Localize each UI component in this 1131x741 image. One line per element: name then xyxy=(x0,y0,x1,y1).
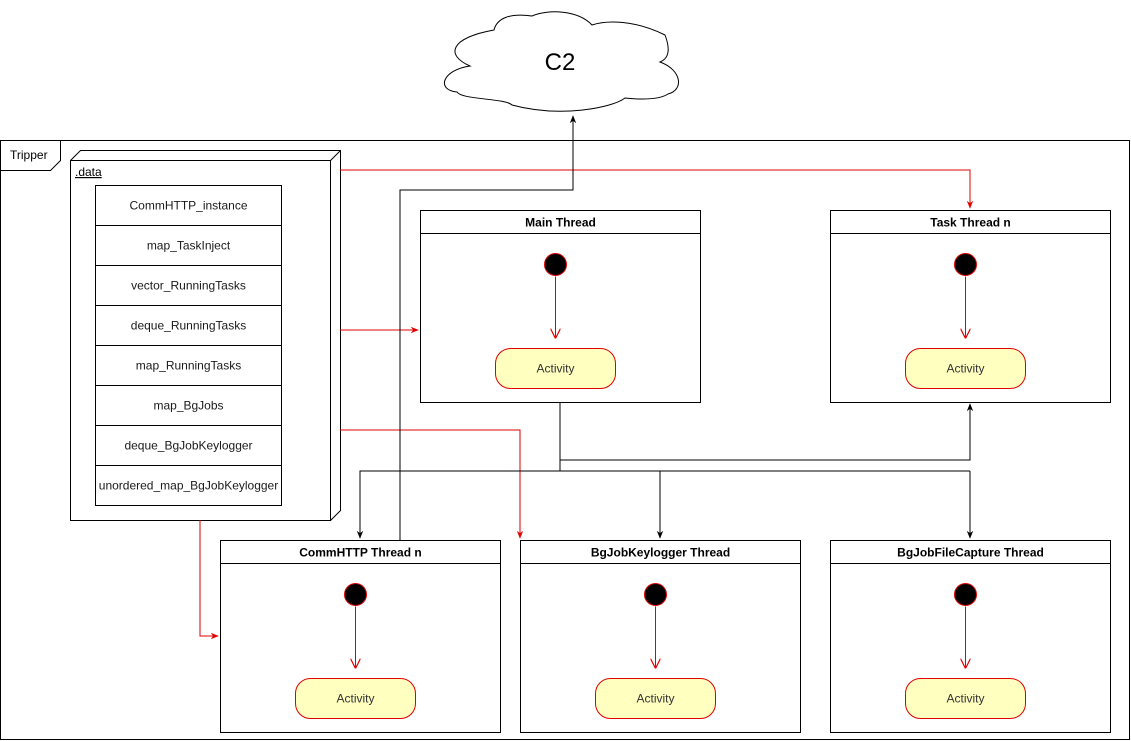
data-row-label: deque_BgJobKeylogger xyxy=(124,439,252,453)
thread-title: Task Thread n xyxy=(930,216,1010,230)
activity-node[interactable]: Activity xyxy=(905,678,1026,719)
connector-main-to-task-thread xyxy=(559,402,974,461)
data-row[interactable]: map_TaskInject xyxy=(95,225,282,266)
data-row-label: deque_RunningTasks xyxy=(131,319,246,333)
thread-filecapture[interactable]: BgJobFileCapture Thread Activity xyxy=(830,540,1111,733)
initial-node-icon xyxy=(344,583,367,606)
data-node-label: .data xyxy=(75,165,102,179)
thread-commhttp[interactable]: CommHTTP Thread n Activity xyxy=(220,540,501,733)
activity-label: Activity xyxy=(636,692,674,706)
data-row-label: CommHTTP_instance xyxy=(129,199,247,213)
activity-node[interactable]: Activity xyxy=(295,678,416,719)
data-row[interactable]: vector_RunningTasks xyxy=(95,265,282,306)
thread-main[interactable]: Main Thread Activity xyxy=(420,210,701,403)
activity-node[interactable]: Activity xyxy=(595,678,716,719)
thread-title: BgJobFileCapture Thread xyxy=(897,546,1044,560)
data-row-label: map_RunningTasks xyxy=(136,359,241,373)
activity-node[interactable]: Activity xyxy=(495,348,616,389)
activity-label: Activity xyxy=(536,362,574,376)
data-row[interactable]: deque_RunningTasks xyxy=(95,305,282,346)
initial-node-icon xyxy=(544,253,567,276)
data-row-label: map_TaskInject xyxy=(147,239,231,253)
connector-main-to-commhttp-thread xyxy=(356,470,560,539)
cloud-label: C2 xyxy=(545,49,576,76)
activity-label: Activity xyxy=(946,692,984,706)
thread-title: CommHTTP Thread n xyxy=(299,546,421,560)
thread-title: BgJobKeylogger Thread xyxy=(591,546,730,560)
initial-node-icon xyxy=(954,583,977,606)
activity-node[interactable]: Activity xyxy=(905,348,1026,389)
activity-label: Activity xyxy=(336,692,374,706)
data-node[interactable]: .data CommHTTP_instance map_TaskInjectvec… xyxy=(70,150,341,521)
data-row-label: vector_RunningTasks xyxy=(131,279,246,293)
connector-main-bus xyxy=(559,460,970,472)
data-row-label: map_BgJobs xyxy=(153,399,223,413)
diagram-canvas: C2 Tripper .data CommHTTP_instance map_Ta… xyxy=(0,11,1130,740)
thread-keylogger[interactable]: BgJobKeylogger Thread Activity xyxy=(520,540,801,733)
data-row-label: unordered_map_BgJobKeylogger xyxy=(99,479,278,493)
data-row[interactable]: CommHTTP_instance xyxy=(95,185,282,226)
connector-data-to-task-thread xyxy=(340,169,974,209)
c2-cloud[interactable]: C2 xyxy=(444,11,679,112)
thread-title: Main Thread xyxy=(525,216,596,230)
thread-task[interactable]: Task Thread n Activity xyxy=(830,210,1111,403)
frame-label: Tripper xyxy=(10,148,48,162)
initial-node-icon xyxy=(954,253,977,276)
initial-node-icon xyxy=(644,583,667,606)
connector-data-to-keylogger-thread xyxy=(340,429,524,539)
data-row[interactable]: unordered_map_BgJobKeylogger xyxy=(95,465,282,506)
data-row[interactable]: map_RunningTasks xyxy=(95,345,282,386)
activity-label: Activity xyxy=(946,362,984,376)
data-row[interactable]: deque_BgJobKeylogger xyxy=(95,425,282,466)
data-row[interactable]: map_BgJobs xyxy=(95,385,282,426)
connector-data-to-commhttp-thread xyxy=(199,520,219,640)
